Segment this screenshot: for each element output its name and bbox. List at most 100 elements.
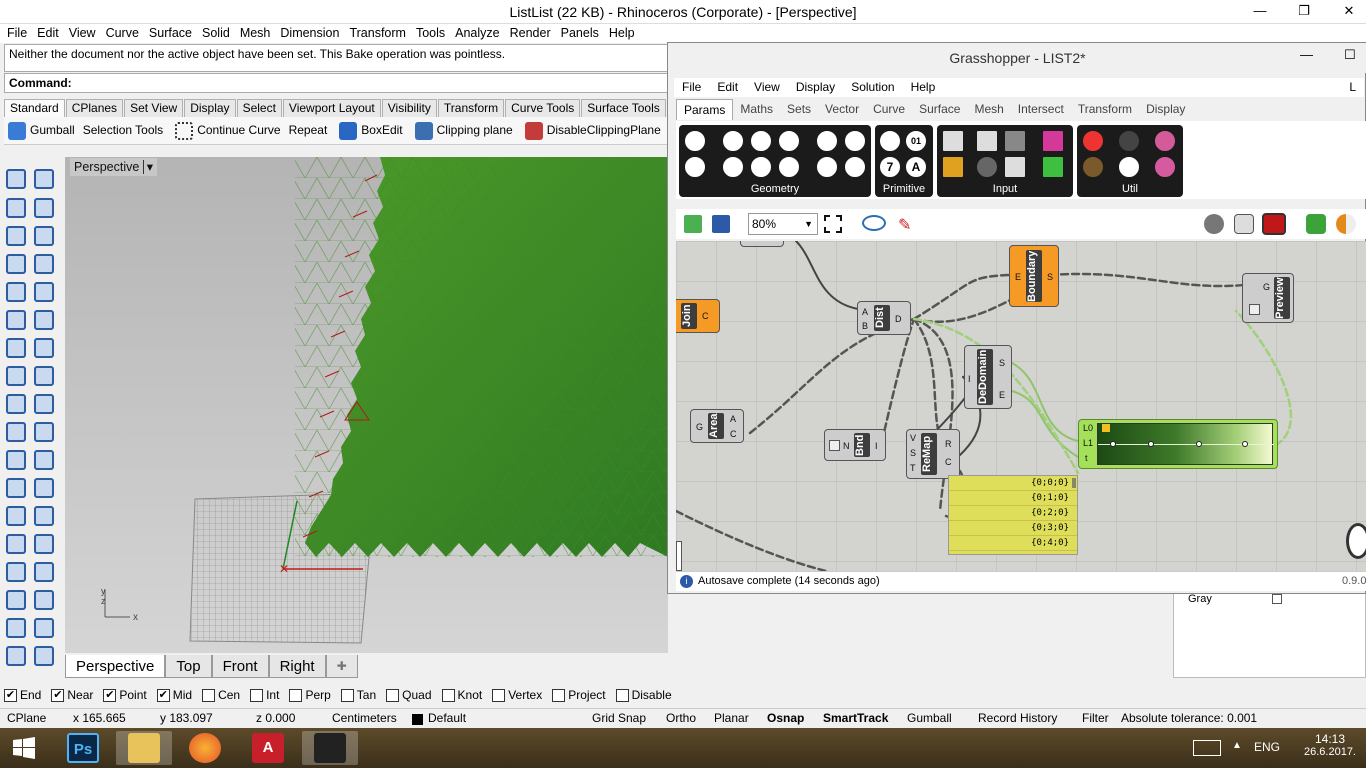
- dist-port-d[interactable]: D: [895, 314, 902, 324]
- viewtab-right[interactable]: Right: [268, 655, 326, 678]
- sketch-icon[interactable]: ✎: [898, 215, 918, 234]
- field-param-icon[interactable]: [815, 155, 839, 179]
- osnap-mid[interactable]: ✔ Mid: [156, 686, 192, 704]
- osnap-checkbox[interactable]: [615, 689, 629, 703]
- array-icon[interactable]: [3, 531, 26, 554]
- import-icon[interactable]: [941, 129, 965, 153]
- osnap-checkbox[interactable]: ✔: [4, 689, 17, 703]
- tab-viewport-layout[interactable]: Viewport Layout: [282, 99, 381, 117]
- gradient-grip[interactable]: [1110, 441, 1116, 447]
- osnap-checkbox[interactable]: [552, 689, 566, 703]
- split-icon[interactable]: [31, 419, 54, 442]
- dimension-icon[interactable]: [31, 503, 54, 526]
- save-file-icon[interactable]: [712, 215, 730, 233]
- add-viewport-icon[interactable]: ✚: [325, 655, 358, 678]
- status-grid-snap[interactable]: Grid Snap: [592, 709, 646, 728]
- paint-bucket-icon[interactable]: [31, 643, 54, 666]
- surface-param-icon[interactable]: [777, 155, 801, 179]
- rectangle-icon[interactable]: [31, 251, 54, 274]
- minimize-button[interactable]: —: [1245, 0, 1275, 22]
- gh-menu-solution[interactable]: Solution: [843, 78, 902, 96]
- osnap-knot[interactable]: Knot: [441, 686, 482, 704]
- osnap-checkbox[interactable]: [340, 689, 354, 703]
- geometry-param-icon[interactable]: [683, 129, 707, 153]
- gradient-port-t[interactable]: t: [1085, 453, 1088, 463]
- photoshop-taskbar-button[interactable]: Ps: [55, 731, 111, 765]
- keyboard-icon[interactable]: [1193, 740, 1221, 756]
- dedomain-port-e[interactable]: E: [999, 390, 1005, 400]
- select-arrow-icon[interactable]: [3, 166, 26, 189]
- osnap-cen[interactable]: Cen: [202, 686, 240, 704]
- osnap-vertex[interactable]: Vertex: [492, 686, 542, 704]
- output-panel[interactable]: {0;0;0} {0;1;0} {0;2;0} {0;3;0} {0;4;0}: [948, 475, 1078, 555]
- sphere-icon[interactable]: [31, 335, 54, 358]
- gh-maximize-button[interactable]: ☐: [1344, 47, 1356, 63]
- status-gumball[interactable]: Gumball: [907, 709, 952, 728]
- menu-curve[interactable]: Curve: [101, 24, 144, 42]
- gh-menu-edit[interactable]: Edit: [709, 78, 746, 96]
- status-layer[interactable]: Default: [428, 709, 466, 728]
- preview-selected-icon[interactable]: [1306, 214, 1326, 234]
- tree-icon[interactable]: [1081, 155, 1105, 179]
- gradient-node[interactable]: L0 L1 t: [1078, 419, 1278, 469]
- viewtab-perspective[interactable]: Perspective: [65, 655, 166, 678]
- windows-start-button[interactable]: [0, 731, 48, 765]
- osnap-disable[interactable]: Disable: [615, 686, 672, 704]
- boxedit-tool[interactable]: BoxEdit: [335, 117, 403, 143]
- dist-port-a[interactable]: A: [862, 307, 868, 317]
- dedomain-port-i[interactable]: I: [968, 374, 971, 384]
- gh-tab-maths[interactable]: Maths: [733, 99, 780, 119]
- panel-scrollbar[interactable]: [1072, 478, 1076, 488]
- osnap-perp[interactable]: Perp: [289, 686, 331, 704]
- osnap-tan[interactable]: Tan: [340, 686, 376, 704]
- osnap-quad[interactable]: Quad: [386, 686, 432, 704]
- tab-display[interactable]: Display: [184, 99, 236, 117]
- osnap-checkbox[interactable]: [492, 689, 506, 703]
- gradient-input-icon[interactable]: [1041, 129, 1065, 153]
- dedomain-node[interactable]: I DeDomain S E: [964, 345, 1012, 409]
- value-list-icon[interactable]: [1003, 155, 1027, 179]
- status-osnap[interactable]: Osnap: [767, 709, 804, 728]
- line-param-icon[interactable]: [721, 155, 745, 179]
- dist-node[interactable]: A B Dist D: [857, 301, 911, 335]
- gh-tab-curve[interactable]: Curve: [866, 99, 912, 119]
- status-cplane[interactable]: CPlane: [7, 709, 46, 728]
- gradient-bar[interactable]: [1097, 423, 1274, 465]
- preview-port-g[interactable]: G: [1263, 282, 1270, 292]
- number-param-icon[interactable]: 01: [904, 129, 928, 153]
- text-icon[interactable]: [3, 503, 26, 526]
- boundary-port-s[interactable]: S: [1047, 272, 1053, 282]
- gradient-port-l0[interactable]: L0: [1083, 423, 1093, 433]
- partial-node[interactable]: [740, 241, 784, 247]
- perspective-viewport[interactable]: ✕ y z x: [65, 157, 668, 653]
- polyline-icon[interactable]: [3, 195, 26, 218]
- move-icon[interactable]: [3, 475, 26, 498]
- status-filter[interactable]: Filter: [1082, 709, 1109, 728]
- osnap-checkbox[interactable]: ✔: [156, 689, 170, 703]
- status-record-history[interactable]: Record History: [978, 709, 1057, 728]
- gh-tab-params[interactable]: Params: [676, 99, 734, 120]
- zoom-select[interactable]: 80% ▼: [748, 213, 818, 235]
- gh-tab-transform[interactable]: Transform: [1071, 99, 1139, 119]
- remap-port-r[interactable]: R: [945, 439, 952, 449]
- gh-tab-sets[interactable]: Sets: [780, 99, 818, 119]
- toggle-icon[interactable]: [975, 129, 999, 153]
- gh-canvas[interactable]: Join C E Boundary S G Preview A B Dist D…: [676, 241, 1366, 571]
- preview-off-icon[interactable]: [1204, 214, 1224, 234]
- remap-port-v[interactable]: V: [910, 433, 916, 443]
- point-param-icon[interactable]: [843, 155, 867, 179]
- dist-port-b[interactable]: B: [862, 321, 868, 331]
- language-indicator[interactable]: ENG: [1254, 740, 1280, 754]
- mesh-icon[interactable]: [31, 363, 54, 386]
- cluster-icon[interactable]: [1153, 129, 1177, 153]
- bnd-reparam-icon[interactable]: [829, 440, 840, 451]
- tab-curve-tools[interactable]: Curve Tools: [505, 99, 581, 117]
- preview-colour-port-icon[interactable]: [1249, 304, 1260, 315]
- area-node[interactable]: G Area A C: [690, 409, 744, 443]
- zoom-extents-icon[interactable]: [824, 215, 842, 233]
- viewtab-front[interactable]: Front: [211, 655, 269, 678]
- viewport-title[interactable]: Perspective ▾: [70, 158, 158, 176]
- gh-menu-help[interactable]: Help: [903, 78, 944, 96]
- osnap-point[interactable]: ✔ Point: [103, 686, 147, 704]
- menu-mesh[interactable]: Mesh: [235, 24, 276, 42]
